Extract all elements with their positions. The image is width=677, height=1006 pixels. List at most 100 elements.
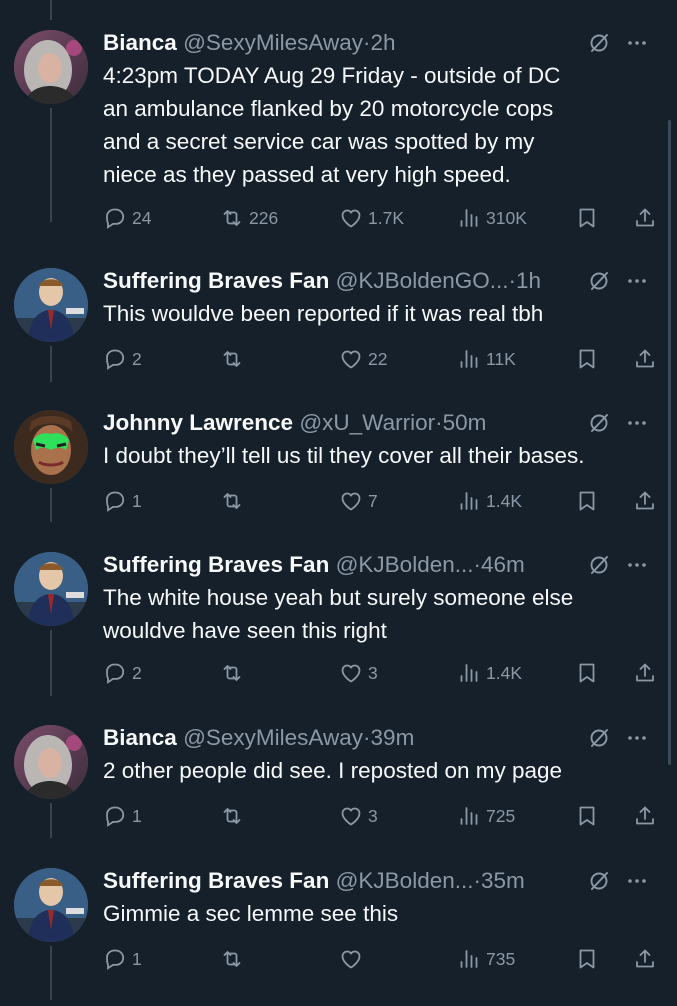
- share-button[interactable]: [633, 486, 657, 516]
- share-icon: [633, 804, 657, 828]
- repost-button[interactable]: [220, 944, 249, 974]
- reply-button[interactable]: 1: [103, 944, 142, 974]
- like-count: 7: [368, 490, 378, 511]
- more-options-icon[interactable]: [625, 553, 649, 577]
- share-button[interactable]: [633, 203, 657, 233]
- view-count: 735: [486, 948, 516, 969]
- author-handle[interactable]: @xU_Warrior: [299, 410, 435, 435]
- bianca-avatar[interactable]: [14, 725, 88, 799]
- tweet-text-line: Gimmie a sec lemme see this: [103, 901, 399, 926]
- reply-button[interactable]: 1: [103, 801, 142, 831]
- share-button[interactable]: [633, 944, 657, 974]
- author-handle[interactable]: @KJBoldenGO...: [336, 268, 509, 293]
- grok-icon[interactable]: [587, 269, 611, 293]
- timestamp[interactable]: 2h: [371, 30, 396, 55]
- like-button[interactable]: 1.7K: [339, 203, 404, 233]
- share-button[interactable]: [633, 801, 657, 831]
- timestamp[interactable]: 35m: [481, 868, 525, 893]
- like-button[interactable]: 3: [339, 658, 378, 688]
- repost-button[interactable]: 226: [220, 203, 278, 233]
- share-button[interactable]: [633, 344, 657, 374]
- reply-tweet[interactable]: Johnny Lawrence @xU_Warrior·50m I doubt …: [0, 408, 677, 548]
- reply-tweet[interactable]: Bianca @SexyMilesAway·39m 2 other people…: [0, 723, 677, 863]
- share-button[interactable]: [633, 658, 657, 688]
- views-button[interactable]: 11K: [457, 344, 516, 374]
- views-button[interactable]: 725: [457, 801, 515, 831]
- braves-fan-avatar[interactable]: [14, 552, 88, 626]
- grok-icon[interactable]: [587, 726, 611, 750]
- separator-dot: ·: [508, 268, 517, 293]
- more-options-icon[interactable]: [625, 726, 649, 750]
- views-button[interactable]: 1.4K: [457, 486, 522, 516]
- separator-dot: ·: [363, 725, 371, 750]
- thread-line-top: [50, 0, 52, 20]
- author-name[interactable]: Bianca: [103, 725, 177, 750]
- grok-icon[interactable]: [587, 553, 611, 577]
- author-name[interactable]: Bianca: [103, 30, 177, 55]
- like-button[interactable]: 22: [339, 344, 387, 374]
- author-handle[interactable]: @SexyMilesAway: [183, 30, 363, 55]
- like-count: 1.7K: [368, 207, 404, 228]
- reply-count: 1: [132, 490, 142, 511]
- views-button[interactable]: 310K: [457, 203, 527, 233]
- bookmark-button[interactable]: [575, 801, 599, 831]
- author-name[interactable]: Suffering Braves Fan: [103, 552, 329, 577]
- thread-line: [50, 803, 52, 838]
- view-count: 1.4K: [486, 490, 522, 511]
- reply-tweet[interactable]: Suffering Braves Fan @KJBolden...·35m Gi…: [0, 866, 677, 1006]
- reply-button[interactable]: 1: [103, 486, 142, 516]
- more-options-icon[interactable]: [625, 269, 649, 293]
- tweet-text: The white house yeah but surely someone …: [103, 581, 657, 647]
- reply-button[interactable]: 2: [103, 658, 142, 688]
- timestamp[interactable]: 46m: [481, 552, 525, 577]
- like-button[interactable]: 3: [339, 801, 378, 831]
- separator-dot: ·: [435, 410, 443, 435]
- repost-button[interactable]: [220, 801, 249, 831]
- reply-tweet[interactable]: Suffering Braves Fan @KJBolden...·46m Th…: [0, 550, 677, 690]
- author-handle[interactable]: @SexyMilesAway: [183, 725, 363, 750]
- author-name[interactable]: Suffering Braves Fan: [103, 868, 329, 893]
- more-options-icon[interactable]: [625, 869, 649, 893]
- bookmark-button[interactable]: [575, 658, 599, 688]
- tweet-text: This wouldve been reported if it was rea…: [103, 297, 657, 330]
- like-button[interactable]: 7: [339, 486, 378, 516]
- more-options-icon[interactable]: [625, 31, 649, 55]
- bookmark-button[interactable]: [575, 486, 599, 516]
- bianca-avatar[interactable]: [14, 30, 88, 104]
- more-options-icon[interactable]: [625, 411, 649, 435]
- timestamp[interactable]: 50m: [443, 410, 487, 435]
- author-handle[interactable]: @KJBolden...: [336, 868, 474, 893]
- timestamp[interactable]: 1h: [516, 268, 541, 293]
- thread-line: [50, 346, 52, 382]
- bookmark-button[interactable]: [575, 203, 599, 233]
- grok-icon[interactable]: [587, 411, 611, 435]
- grok-icon[interactable]: [587, 31, 611, 55]
- reply-tweet[interactable]: Bianca @SexyMilesAway·2h 4:23pm TODAY Au…: [0, 28, 677, 229]
- braves-fan-avatar[interactable]: [14, 868, 88, 942]
- tweet-header: Bianca @SexyMilesAway·2h: [103, 28, 663, 58]
- repost-button[interactable]: [220, 344, 249, 374]
- repost-icon: [220, 804, 244, 828]
- reply-button[interactable]: 24: [103, 203, 151, 233]
- bookmark-button[interactable]: [575, 344, 599, 374]
- grok-icon[interactable]: [587, 869, 611, 893]
- author-name[interactable]: Suffering Braves Fan: [103, 268, 329, 293]
- author-name[interactable]: Johnny Lawrence: [103, 410, 293, 435]
- reply-tweet[interactable]: Suffering Braves Fan @KJBoldenGO...·1h T…: [0, 266, 677, 406]
- views-icon: [457, 804, 481, 828]
- repost-button[interactable]: [220, 658, 249, 688]
- like-button[interactable]: [339, 944, 368, 974]
- views-button[interactable]: 1.4K: [457, 658, 522, 688]
- timestamp[interactable]: 39m: [371, 725, 415, 750]
- repost-button[interactable]: [220, 486, 249, 516]
- reply-button[interactable]: 2: [103, 344, 142, 374]
- bookmark-button[interactable]: [575, 944, 599, 974]
- author-handle[interactable]: @KJBolden...: [336, 552, 474, 577]
- reply-icon: [103, 661, 127, 685]
- bookmark-icon: [575, 947, 599, 971]
- share-icon: [633, 347, 657, 371]
- warrior-avatar[interactable]: [14, 410, 88, 484]
- views-button[interactable]: 735: [457, 944, 515, 974]
- braves-fan-avatar[interactable]: [14, 268, 88, 342]
- tweet-actions: 1 7 1.4K: [103, 486, 663, 516]
